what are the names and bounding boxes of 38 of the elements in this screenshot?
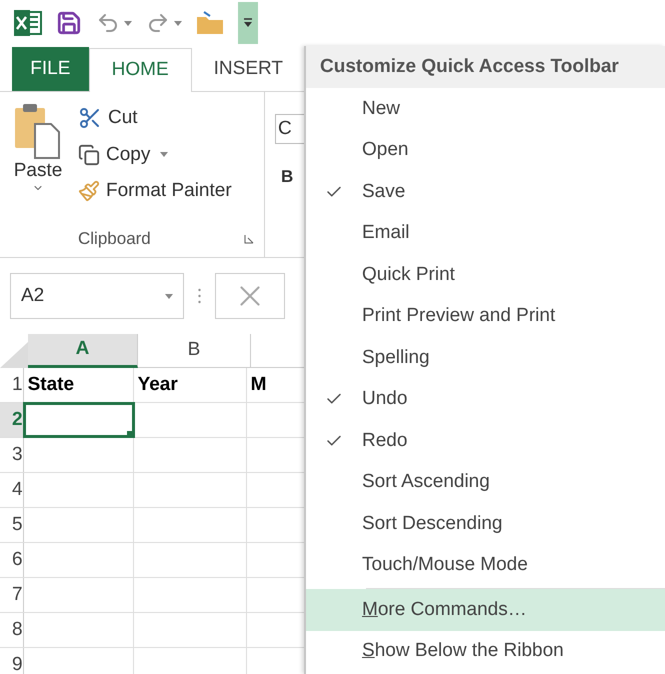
row-header[interactable]: 3 xyxy=(0,438,24,472)
row-header[interactable]: 6 xyxy=(0,543,24,577)
menu-item[interactable]: Print Preview and Print xyxy=(306,296,665,337)
file-tab[interactable]: FILE xyxy=(12,47,89,91)
bold-button[interactable]: B xyxy=(275,164,305,190)
menu-item[interactable]: Spelling xyxy=(306,337,665,378)
name-box[interactable]: A2 xyxy=(10,273,184,319)
menu-item[interactable]: More Commands… xyxy=(306,589,665,630)
menu-item[interactable]: Email xyxy=(306,212,665,254)
menu-item[interactable]: Redo xyxy=(306,420,665,462)
group-label: Clipboard xyxy=(78,228,151,250)
cut-button[interactable]: Cut xyxy=(78,104,232,132)
format-painter-button[interactable]: Format Painter xyxy=(78,177,232,206)
column-header[interactable]: A xyxy=(28,334,138,368)
table-cell[interactable]: Year xyxy=(134,368,247,402)
menu-item[interactable]: Show Below the Ribbon xyxy=(306,630,665,672)
row-header[interactable]: 9 xyxy=(0,648,24,674)
paste-button[interactable]: Paste xyxy=(0,102,66,221)
menu-item[interactable]: Sort Ascending xyxy=(306,462,665,503)
ribbon-tab[interactable]: HOME xyxy=(88,48,192,92)
menu-item[interactable]: Touch/Mouse Mode xyxy=(306,544,665,586)
column-header[interactable]: B xyxy=(138,334,251,368)
ribbon-tab[interactable]: INSERT xyxy=(192,47,305,91)
row-header[interactable]: 8 xyxy=(0,613,24,647)
row-header[interactable]: 1 xyxy=(0,368,24,402)
menu-item[interactable]: Save xyxy=(306,171,665,212)
row-header[interactable]: 5 xyxy=(0,508,24,542)
row-header[interactable]: 4 xyxy=(0,473,24,507)
row-header[interactable]: 2 xyxy=(0,403,24,437)
table-cell[interactable]: State xyxy=(24,368,134,402)
menu-item[interactable]: Open xyxy=(306,130,665,171)
menu-item[interactable]: New xyxy=(306,88,665,130)
menu-item[interactable]: Sort Descending xyxy=(306,503,665,544)
row-header[interactable]: 7 xyxy=(0,578,24,612)
menu-item[interactable]: Quick Print xyxy=(306,254,665,296)
copy-button[interactable]: Copy xyxy=(78,140,150,169)
menu-item[interactable]: Undo xyxy=(306,378,665,420)
menu-title: Customize Quick Access Toolbar xyxy=(306,46,665,88)
